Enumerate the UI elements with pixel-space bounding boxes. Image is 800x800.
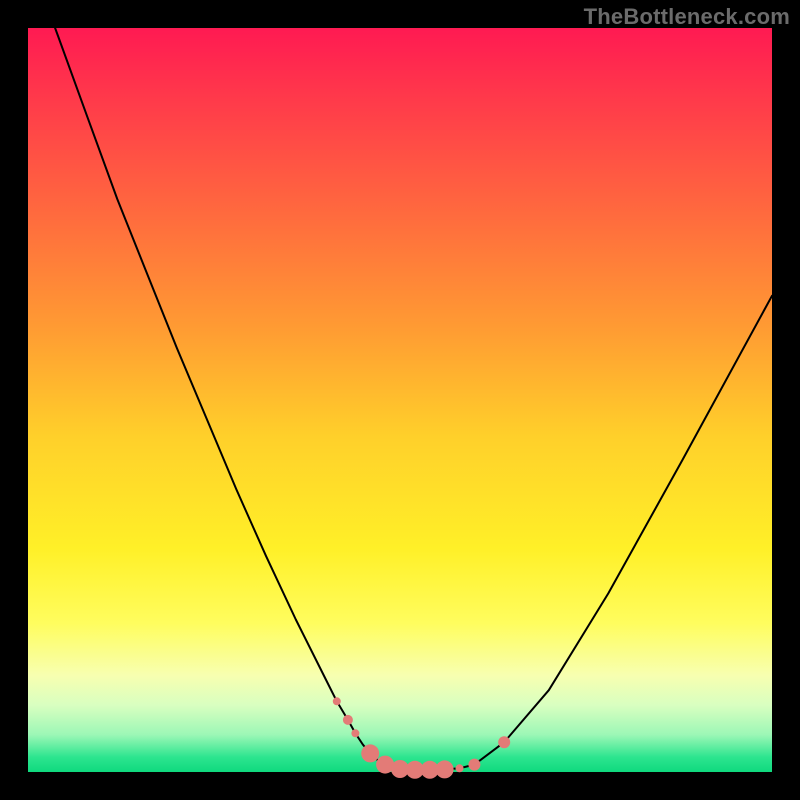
chart-frame: TheBottleneck.com xyxy=(0,0,800,800)
sample-point xyxy=(498,736,510,748)
watermark-text: TheBottleneck.com xyxy=(584,4,790,30)
sample-point xyxy=(333,697,341,705)
sample-point xyxy=(468,759,480,771)
gradient-plot-area xyxy=(28,28,772,772)
sample-point xyxy=(351,729,359,737)
sample-point xyxy=(436,760,454,778)
curve-layer xyxy=(28,28,772,772)
bottleneck-curve xyxy=(28,0,772,770)
sample-point xyxy=(361,744,379,762)
sample-point xyxy=(343,715,353,725)
sample-point xyxy=(456,764,464,772)
